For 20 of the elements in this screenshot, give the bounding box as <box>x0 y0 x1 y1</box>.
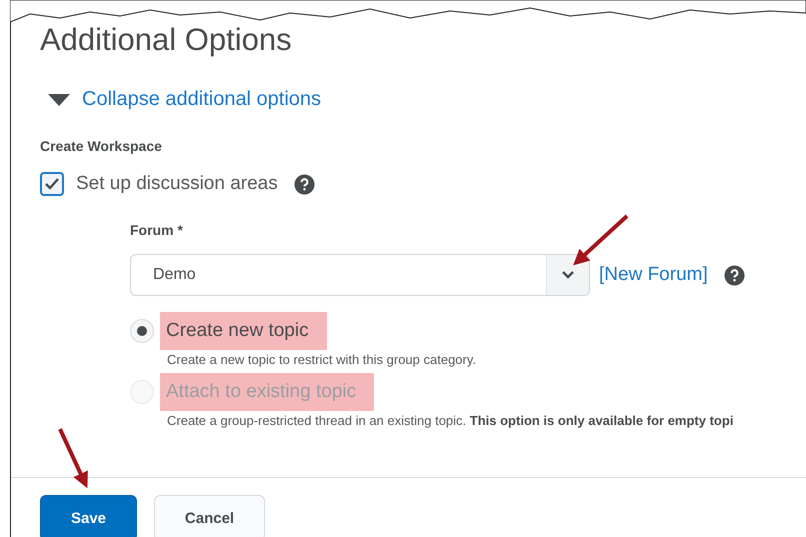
forum-label: Forum * <box>130 222 183 238</box>
radio-button[interactable] <box>130 319 154 343</box>
radio-dot-icon <box>137 326 147 336</box>
radio-label: Attach to existing topic <box>160 373 374 411</box>
collapse-link[interactable]: Collapse additional options <box>48 88 322 111</box>
option-description: Create a group-restricted thread in an existing topic. This option is only available for empty topi <box>167 413 734 428</box>
checkbox-label: Set up discussion areas <box>76 173 278 195</box>
radio-label: Create new topic <box>160 312 327 350</box>
help-icon[interactable] <box>724 264 745 286</box>
new-forum-link[interactable]: [New Forum] <box>599 264 708 286</box>
checkmark-icon <box>45 178 59 190</box>
save-button[interactable]: Save <box>40 495 137 537</box>
cancel-button[interactable]: Cancel <box>154 495 265 537</box>
forum-dropdown[interactable]: Demo <box>130 254 590 296</box>
checkbox[interactable] <box>40 172 64 196</box>
chevron-icon <box>562 271 574 279</box>
page-title: Additional Options <box>40 21 292 59</box>
option-description: Create a new topic to restrict with this group category. <box>167 352 476 367</box>
help-icon[interactable] <box>294 174 315 194</box>
section-label: Create Workspace <box>40 138 162 154</box>
